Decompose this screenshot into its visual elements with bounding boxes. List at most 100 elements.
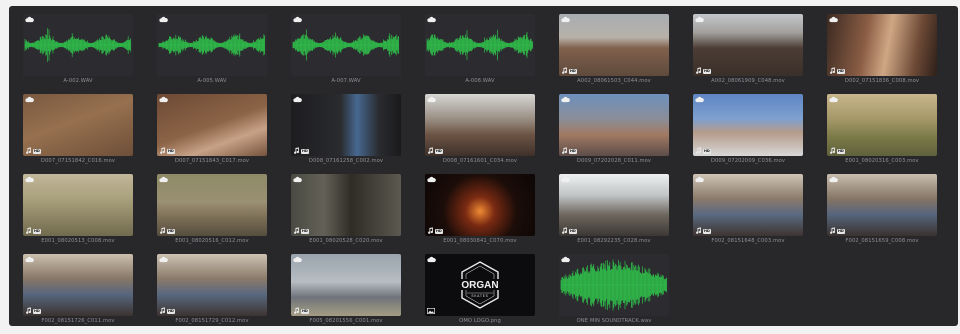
clip-name-label: E001_08020513_C008.mov [41, 238, 115, 244]
clip-preview: HD [559, 94, 669, 156]
clip-name-label: E001_08030841_C070.mov [443, 238, 517, 244]
clip-thumbnail-8[interactable]: HD D007_07151842_C016.mov [23, 94, 133, 174]
clip-thumbnail-21[interactable]: HD F002_08151659_C008.mov [827, 174, 937, 254]
clip-preview [559, 254, 669, 316]
clip-name-label: F002_08151726_C011.mov [41, 318, 115, 324]
clip-thumbnail-15[interactable]: HD E001_08020513_C008.mov [23, 174, 133, 254]
clip-name-label: A-008.WAV [465, 78, 495, 84]
cloud-icon [293, 176, 302, 183]
clip-thumbnail-16[interactable]: HD E001_08020516_C012.mov [157, 174, 267, 254]
clip-thumbnail-5[interactable]: HD A002_08061503_C044.mov [559, 14, 669, 94]
resolution-badge: HD [837, 229, 845, 234]
clip-thumbnail-12[interactable]: HD D009_07202028_C011.mov [559, 94, 669, 174]
music-note-icon [160, 227, 165, 234]
clip-thumbnail-13[interactable]: HD D009_07202009_C036.mov [693, 94, 803, 174]
media-pool-panel: A-002.WAV A-005.WAV A-007.WAV A-008.WAV … [9, 6, 958, 326]
clip-thumbnail-22[interactable]: HD F002_08151726_C011.mov [23, 254, 133, 334]
music-note-icon [160, 307, 165, 314]
cloud-icon [829, 96, 838, 103]
clip-name-label: D007_07151843_C017.mov [174, 158, 250, 164]
clip-thumbnail-18[interactable]: HD E001_08030841_C070.mov [425, 174, 535, 254]
clip-name-label: D009_07202028_C011.mov [576, 158, 652, 164]
clip-name-label: A-007.WAV [331, 78, 361, 84]
clip-thumbnail-2[interactable]: A-005.WAV [157, 14, 267, 94]
cloud-icon [25, 176, 34, 183]
clip-thumbnail-9[interactable]: HD D007_07151843_C017.mov [157, 94, 267, 174]
music-note-icon [160, 147, 165, 154]
music-note-icon [294, 147, 299, 154]
clip-name-label: OMO LOGO.png [459, 318, 501, 324]
clip-thumbnail-7[interactable]: HD D002_07151836_C008.mov [827, 14, 937, 94]
clip-name-label: A-002.WAV [63, 78, 93, 84]
waveform [158, 33, 265, 57]
clip-thumbnail-14[interactable]: HD E001_08020316_C003.mov [827, 94, 937, 174]
resolution-badge: HD [837, 149, 845, 154]
music-note-icon [428, 227, 433, 234]
resolution-badge: HD [33, 229, 41, 234]
resolution-badge: HD [301, 149, 309, 154]
clip-name-label: A002_08061503_C044.mov [577, 78, 651, 84]
cloud-icon [25, 96, 34, 103]
resolution-badge: HD [837, 69, 845, 74]
clip-name-label: D008_07161258_C002.mov [308, 158, 384, 164]
clip-preview: HD [23, 94, 133, 156]
music-note-icon [696, 147, 701, 154]
clip-thumbnail-17[interactable]: HD E001_08020528_C020.mov [291, 174, 401, 254]
cloud-icon [561, 256, 570, 263]
cloud-icon [561, 176, 570, 183]
cloud-icon [427, 16, 436, 23]
resolution-badge: HD [33, 149, 41, 154]
clip-name-label: F002_08151729_C012.mov [175, 318, 249, 324]
clip-thumbnail-23[interactable]: HD F002_08151729_C012.mov [157, 254, 267, 334]
waveform [560, 259, 667, 311]
clip-name-label: F002_08151648_C003.mov [711, 238, 785, 244]
clip-preview [157, 14, 267, 76]
clip-thumbnail-1[interactable]: A-002.WAV [23, 14, 133, 94]
clip-thumbnail-24[interactable]: HD F005_08201556_C001.mov [291, 254, 401, 334]
clip-grid: A-002.WAV A-005.WAV A-007.WAV A-008.WAV … [23, 14, 937, 334]
clip-thumbnail-11[interactable]: HD D008_07161601_C034.mov [425, 94, 535, 174]
clip-thumbnail-20[interactable]: HD F002_08151648_C003.mov [693, 174, 803, 254]
clip-thumbnail-19[interactable]: HD E001_08292235_C028.mov [559, 174, 669, 254]
music-note-icon [26, 307, 31, 314]
clip-thumbnail-25[interactable]: ORGAN SKATES OMO LOGO.png [425, 254, 535, 334]
music-note-icon [294, 307, 299, 314]
resolution-badge: HD [569, 69, 577, 74]
resolution-badge: HD [569, 149, 577, 154]
clip-preview: HD [559, 174, 669, 236]
clip-preview: HD [827, 14, 937, 76]
clip-preview [425, 14, 535, 76]
clip-preview: HD [291, 254, 401, 316]
clip-name-label: E001_08020528_C020.mov [309, 238, 383, 244]
resolution-badge: HD [435, 229, 443, 234]
clip-preview: HD [425, 174, 535, 236]
clip-thumbnail-26[interactable]: ONE MIN SOUNDTRACK.wav [559, 254, 669, 334]
clip-thumbnail-3[interactable]: A-007.WAV [291, 14, 401, 94]
cloud-icon [829, 16, 838, 23]
clip-name-label: F002_08151659_C008.mov [845, 238, 919, 244]
logo-subtitle: SKATES [471, 294, 488, 298]
clip-preview: HD [291, 94, 401, 156]
cloud-icon [293, 96, 302, 103]
logo-title: ORGAN [461, 280, 498, 291]
music-note-icon [696, 227, 701, 234]
cloud-icon [695, 176, 704, 183]
cloud-icon [427, 96, 436, 103]
music-note-icon [830, 227, 835, 234]
resolution-badge: HD [167, 309, 175, 314]
cloud-icon [427, 176, 436, 183]
clip-thumbnail-6[interactable]: HD A002_08061909_C048.mov [693, 14, 803, 94]
clip-name-label: D009_07202009_C036.mov [710, 158, 786, 164]
cloud-icon [561, 16, 570, 23]
cloud-icon [159, 16, 168, 23]
resolution-badge: HD [703, 149, 711, 154]
organ-logo-icon: ORGAN SKATES [461, 261, 499, 309]
waveform [24, 28, 131, 62]
clip-preview: HD [157, 94, 267, 156]
clip-preview: HD [23, 174, 133, 236]
clip-thumbnail-4[interactable]: A-008.WAV [425, 14, 535, 94]
cloud-icon [695, 96, 704, 103]
waveform [426, 29, 533, 61]
clip-name-label: E001_08020516_C012.mov [175, 238, 249, 244]
clip-thumbnail-10[interactable]: HD D008_07161258_C002.mov [291, 94, 401, 174]
